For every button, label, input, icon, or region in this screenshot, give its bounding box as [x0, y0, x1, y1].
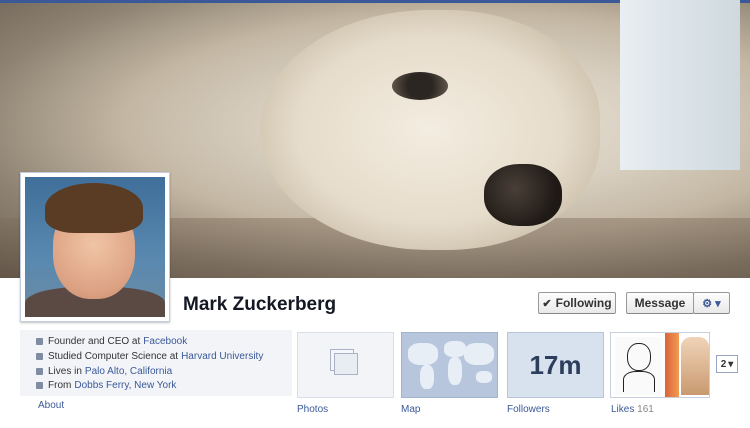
map-continent [408, 343, 438, 365]
about-row-text: From [48, 380, 72, 391]
pin-icon [36, 382, 43, 389]
likes-label-text: Likes [611, 404, 635, 415]
map-continent [420, 365, 434, 389]
check-icon: ✔ [542, 297, 552, 310]
about-row-from: From Dobbs Ferry, New York [36, 380, 176, 391]
briefcase-icon [36, 338, 43, 345]
about-row-lives: Lives in Palo Alto, California [36, 366, 172, 377]
more-sections-dropdown[interactable]: 2 ▾ [716, 355, 738, 373]
likes-tile[interactable] [610, 332, 710, 398]
profile-picture-image [25, 177, 165, 317]
chevron-down-icon: ▾ [728, 358, 734, 370]
about-row-link[interactable]: Facebook [143, 336, 187, 347]
photos-label[interactable]: Photos [297, 404, 328, 415]
gear-dropdown-button[interactable]: ⚙ ▾ [693, 292, 730, 314]
about-link[interactable]: About [38, 400, 64, 411]
likes-label[interactable]: Likes 161 [611, 404, 654, 415]
followers-tile[interactable]: 17m [507, 332, 604, 398]
like-page-photo [681, 337, 709, 395]
dog-nose [484, 164, 562, 226]
about-row-link[interactable]: Harvard University [181, 351, 263, 362]
map-continent [448, 357, 462, 385]
like-page-crayon [665, 333, 679, 397]
house-icon [36, 368, 43, 375]
likes-count: 161 [637, 404, 654, 415]
map-continent [444, 341, 466, 357]
about-row-text: Lives in [48, 366, 82, 377]
about-row-education: Studied Computer Science at Harvard Univ… [36, 351, 263, 362]
map-label[interactable]: Map [401, 404, 420, 415]
sketch-head [627, 343, 651, 371]
followers-label[interactable]: Followers [507, 404, 550, 415]
followers-count: 17m [529, 349, 582, 380]
about-row-text: Studied Computer Science at [48, 351, 179, 362]
message-button[interactable]: Message [626, 292, 694, 314]
map-tile[interactable] [401, 332, 498, 398]
following-label: Following [555, 296, 612, 310]
photos-tile[interactable] [297, 332, 394, 398]
more-count: 2 [720, 358, 727, 370]
profile-picture[interactable] [20, 172, 170, 322]
graduation-icon [36, 353, 43, 360]
avatar-hair [45, 183, 143, 233]
like-page-sketch [615, 337, 661, 395]
profile-name[interactable]: Mark Zuckerberg [183, 294, 336, 316]
about-row-text: Founder and CEO at [48, 336, 141, 347]
cover-window-light [620, 0, 740, 170]
about-box: Founder and CEO at Facebook Studied Comp… [20, 330, 292, 396]
about-row-link[interactable]: Palo Alto, California [85, 366, 172, 377]
about-row-work: Founder and CEO at Facebook [36, 336, 187, 347]
sketch-body [623, 371, 655, 392]
map-continent [476, 371, 492, 383]
map-continent [464, 343, 494, 365]
dog-eye [392, 72, 448, 100]
about-row-link[interactable]: Dobbs Ferry, New York [74, 380, 176, 391]
following-button[interactable]: ✔ Following [538, 292, 616, 314]
photos-icon [334, 353, 358, 375]
